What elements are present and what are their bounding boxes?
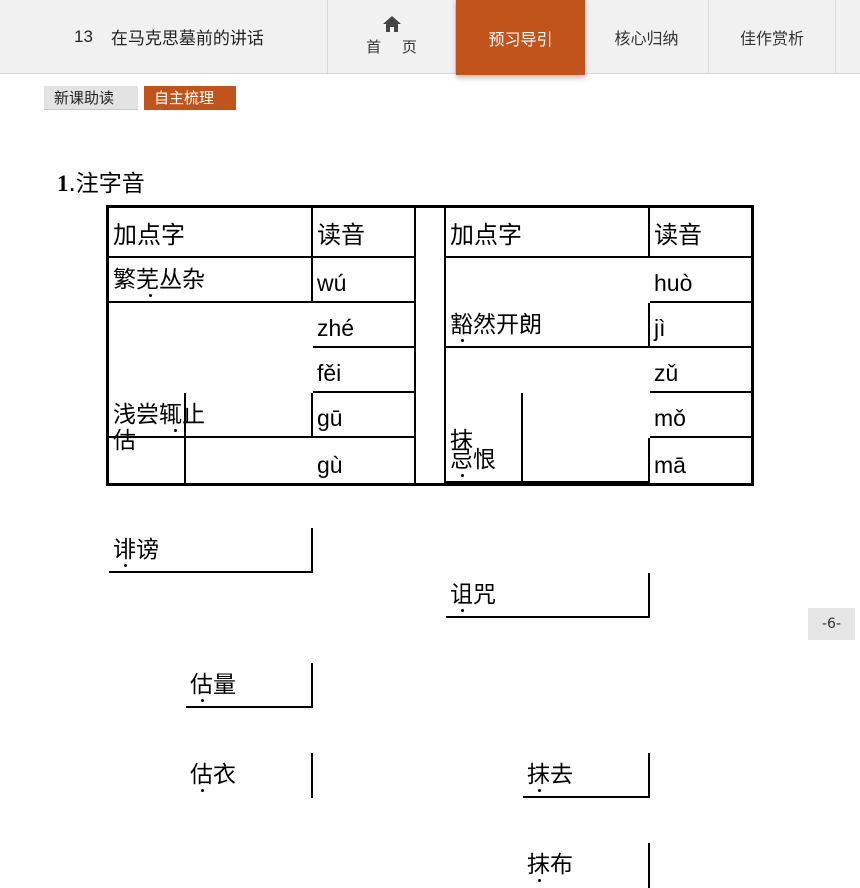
pinyin-cell: jì (650, 303, 751, 348)
header-cell: 读音 (313, 208, 416, 258)
pinyin-cell: zhé (313, 303, 416, 348)
pinyin-cell: fěi (313, 348, 416, 393)
page-number: -6- (808, 608, 855, 640)
nav-home-label: 首 页 (366, 38, 425, 56)
pinyin-cell: mā (654, 452, 686, 478)
lesson-title-text: 在马克思墓前的讲话 (110, 29, 264, 49)
pinyin-cell: huò (650, 258, 751, 303)
nav-home[interactable]: 首 页 (328, 0, 456, 73)
header-cell: 加点字 (446, 208, 650, 258)
header-cell: 读音 (650, 208, 751, 258)
word-cell: 豁然开朗 (446, 303, 650, 348)
word-text: 抹去 (527, 762, 573, 788)
word-cell: 繁芜丛杂 (109, 258, 313, 303)
emphasis-dot (461, 339, 464, 342)
home-icon (382, 16, 401, 32)
word-cell: 抹去 (523, 753, 650, 798)
word-cell: 估量 (186, 663, 313, 708)
word-cell: 诅咒 (446, 573, 650, 618)
lesson-number: 13 (74, 26, 93, 46)
emphasis-dot (201, 789, 204, 792)
emphasis-dot (461, 609, 464, 612)
word-text: 估量 (190, 672, 236, 698)
nav-preview[interactable]: 预习导引 (456, 0, 585, 75)
nav-appreciate[interactable]: 佳作赏析 (709, 0, 836, 73)
lesson-title: 13 在马克思墓前的讲话 (0, 0, 328, 73)
section-title-text: .注字音 (68, 171, 145, 197)
word-cell: 抹布 (523, 843, 650, 888)
emphasis-dot (149, 294, 152, 297)
pronunciation-table: 加点字 读音 加点字 读音 繁芜丛杂 wú 豁然开朗 huò 浅尝辄止 zhé … (106, 205, 754, 888)
subtab-new-lesson[interactable]: 新课助读 (44, 86, 138, 110)
word-text: 抹布 (527, 852, 573, 878)
emphasis-dot (538, 879, 541, 882)
emphasis-dot (124, 564, 127, 567)
section-heading: 1.注字音 (57, 164, 145, 198)
group-char-cell: 估 (109, 393, 186, 483)
pinyin-cell: mǒ (650, 393, 751, 438)
word-text: 诽谤 (113, 537, 159, 563)
top-nav-bar: 13 在马克思墓前的讲话 首 页 预习导引 核心归纳 佳作赏析 (0, 0, 860, 75)
word-text: 估衣 (190, 762, 236, 788)
header-cell: 加点字 (109, 208, 313, 258)
emphasis-dot (538, 789, 541, 792)
word-text: 繁芜丛杂 (113, 267, 205, 293)
pinyin-cell: wú (313, 258, 416, 303)
pinyin-cell: zǔ (650, 348, 751, 393)
emphasis-dot (201, 699, 204, 702)
pinyin-cell: gū (313, 393, 416, 438)
group-char-cell: 抹 (446, 393, 523, 483)
word-cell: 估衣 (186, 753, 313, 798)
word-cell: 诽谤 (109, 528, 313, 573)
word-text: 诅咒 (450, 582, 496, 608)
section-number: 1 (57, 171, 69, 196)
table-divider (416, 208, 446, 483)
nav-summary[interactable]: 核心归纳 (585, 0, 709, 73)
pinyin-cell: gù (313, 438, 416, 483)
word-text: 豁然开朗 (450, 312, 542, 338)
subtab-self-review[interactable]: 自主梳理 (144, 86, 236, 110)
